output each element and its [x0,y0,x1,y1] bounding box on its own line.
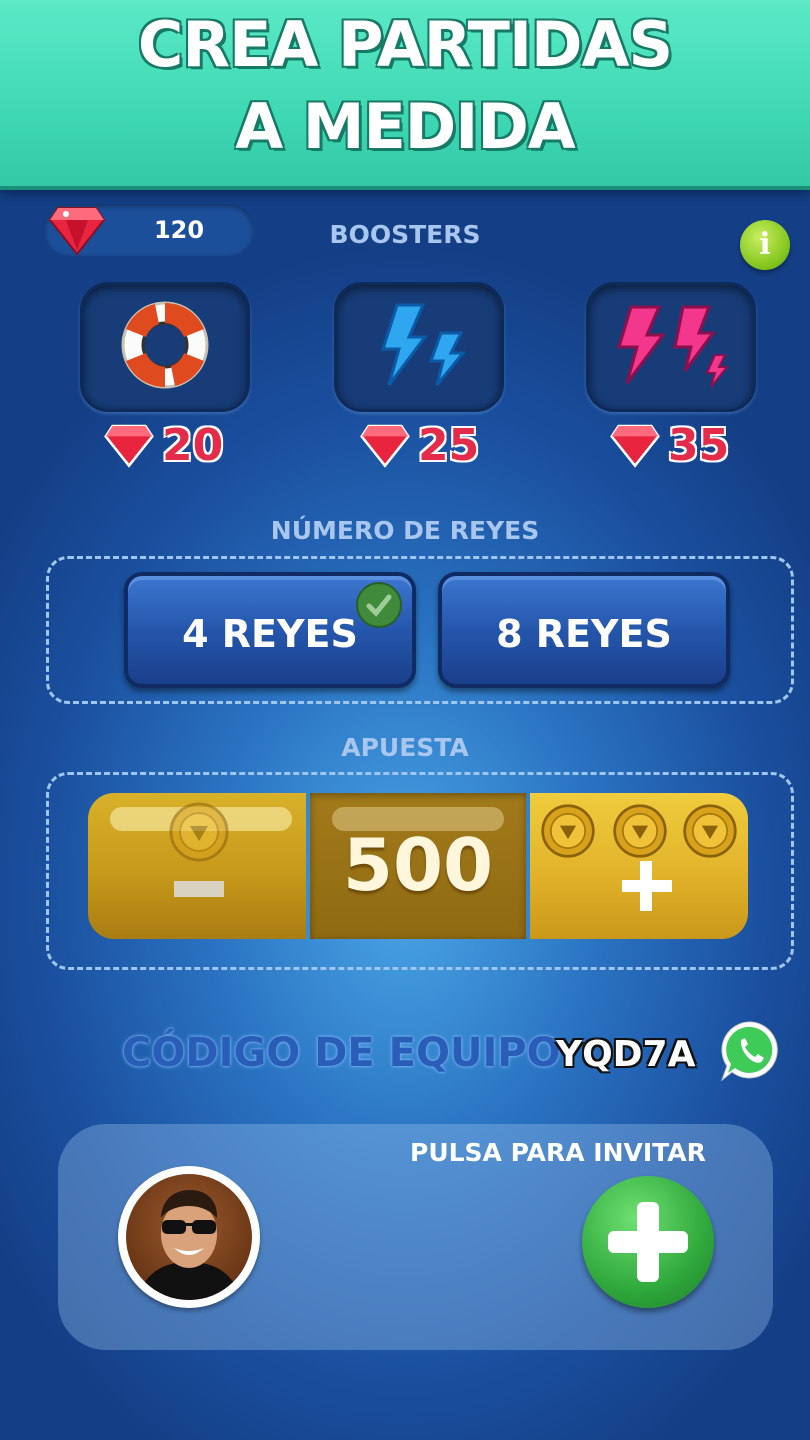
team-code-value: YQD7A [556,1034,696,1075]
gem-icon [610,424,660,468]
pink-lightning-icon [616,305,730,388]
invite-label: PULSA PARA INVITAR [410,1138,706,1167]
booster-price-3: 35 [610,420,740,471]
gem-icon [360,424,410,468]
minus-icon [174,881,224,897]
banner-title-line-1: CREA PARTIDAS [137,8,673,81]
boosters-title: BOOSTERS [329,220,481,249]
price-value: 35 [668,420,730,471]
booster-blue-lightning[interactable] [334,282,504,412]
price-value: 25 [418,420,480,471]
banner-title-line-2: A MEDIDA [235,90,576,163]
increase-bet-button[interactable] [530,793,748,939]
booster-price-1: 20 [104,420,234,471]
booster-lifebuoy[interactable] [80,282,250,412]
price-value: 20 [162,420,224,471]
coin-icon [541,804,595,858]
blue-lightning-icon [380,303,467,386]
lifebuoy-icon [121,301,209,389]
eight-kings-button[interactable]: 8 REYES [438,572,730,688]
info-icon[interactable]: i [740,220,790,270]
selected-check-icon [356,582,402,628]
plus-icon [622,861,672,911]
bet-title: APUESTA [341,733,469,762]
avatar [118,1166,260,1308]
coin-icon [169,802,229,862]
whatsapp-icon[interactable] [718,1018,784,1084]
decrease-bet-button[interactable] [88,793,306,939]
booster-price-2: 25 [360,420,490,471]
team-code-label: CÓDIGO DE EQUIPO: [122,1030,577,1076]
eight-kings-label: 8 REYES [496,612,672,656]
bet-value: 500 [342,823,494,907]
coin-icon [683,804,737,858]
promo-banner: CREA PARTIDAS A MEDIDA [0,0,810,190]
bet-amount: 500 [310,793,526,939]
invite-add-button[interactable] [582,1176,714,1308]
gem-icon [104,424,154,468]
kings-title: NÚMERO DE REYES [270,516,540,545]
booster-pink-lightning[interactable] [586,282,756,412]
coin-icon [613,804,667,858]
